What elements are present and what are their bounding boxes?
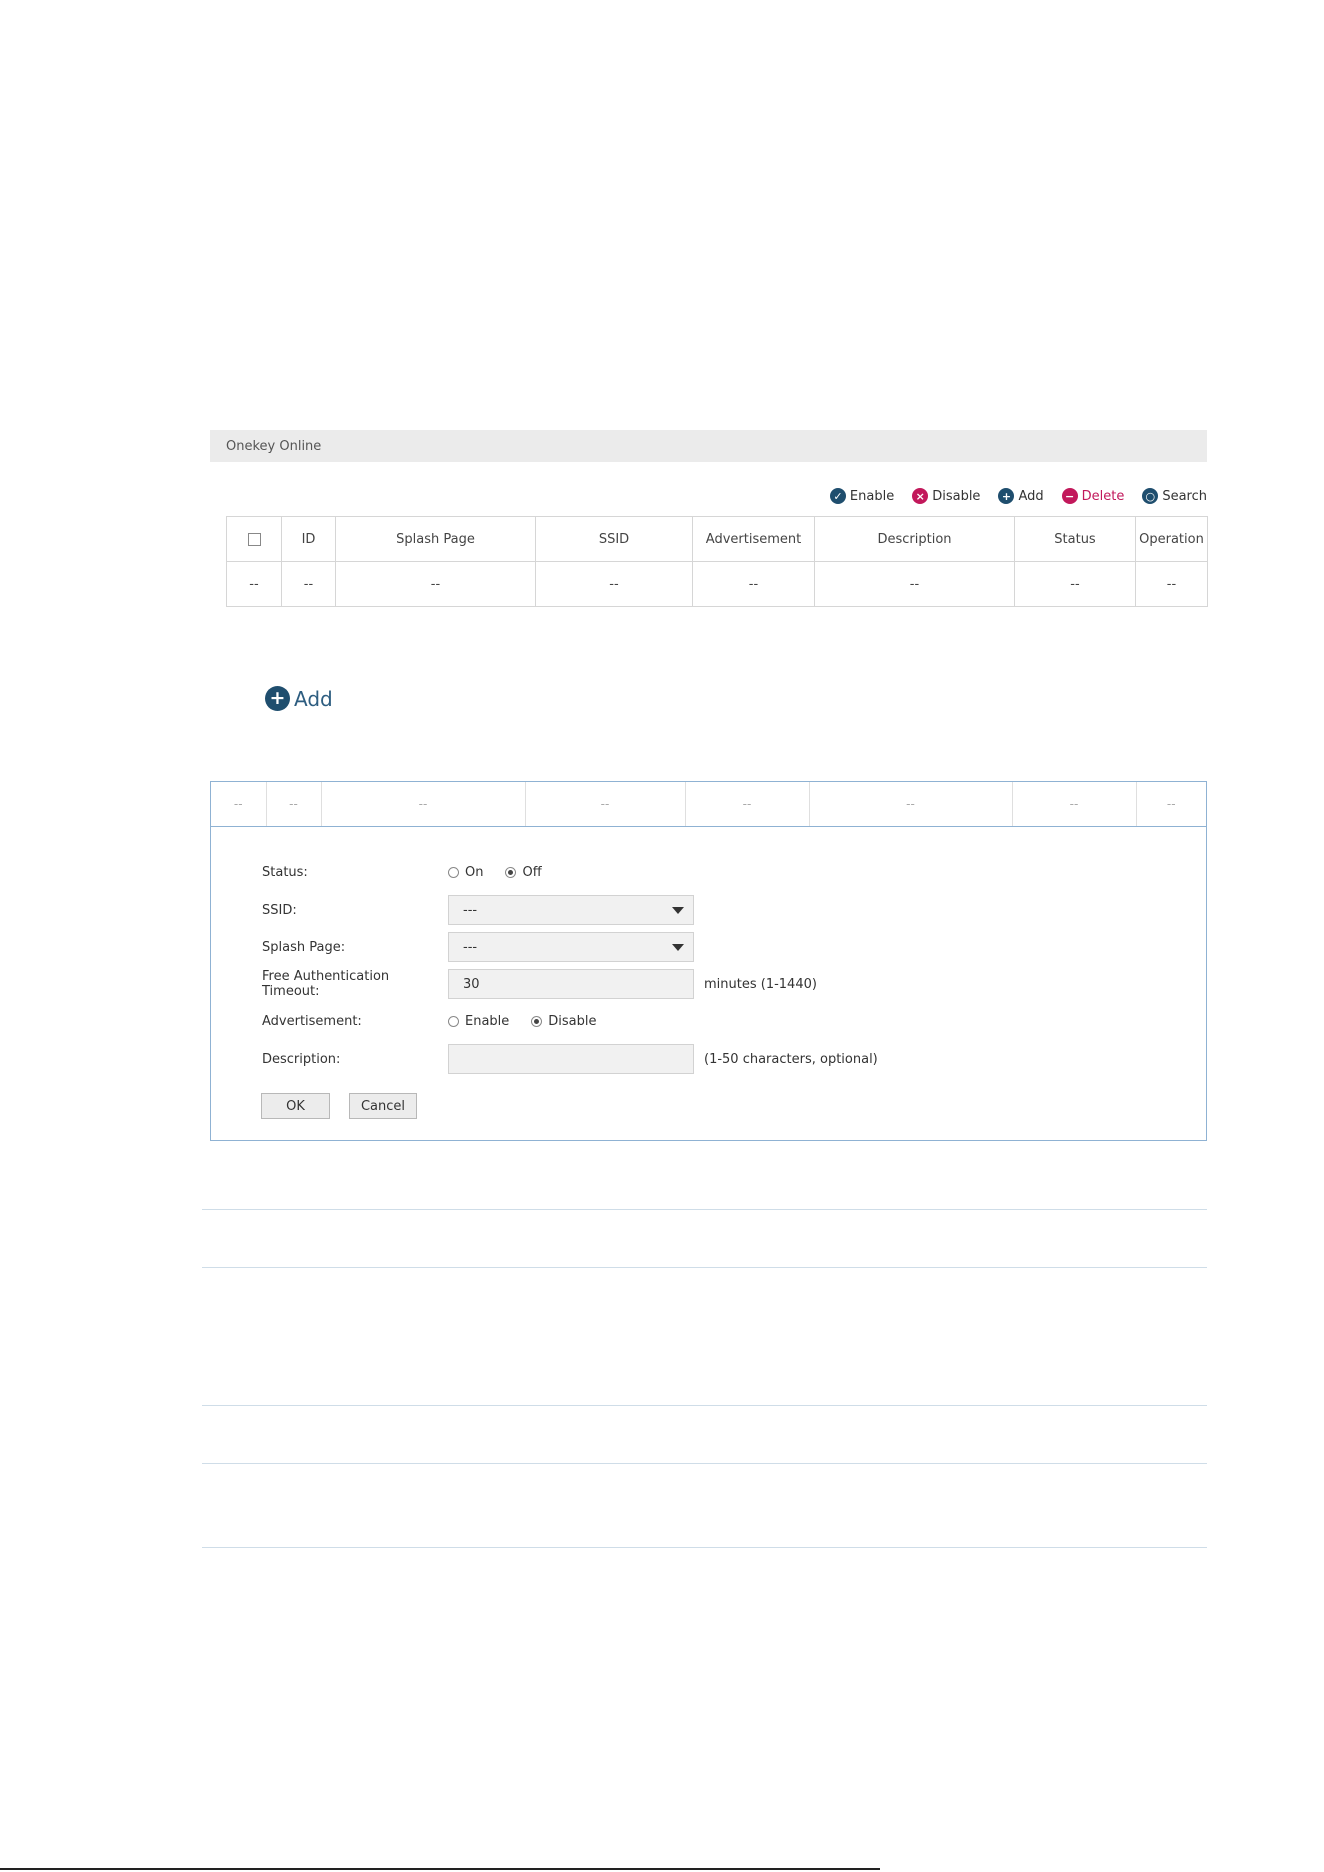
table-header-row: ID Splash Page SSID Advertisement Descri… — [226, 516, 1208, 562]
free-auth-timeout-label: Free Authentication Timeout: — [262, 969, 390, 999]
chevron-down-icon — [672, 944, 684, 951]
divider — [202, 1405, 1207, 1406]
x-circle-icon: × — [912, 488, 929, 504]
advertisement-disable-label: Disable — [548, 1014, 597, 1029]
description-input[interactable] — [448, 1044, 694, 1074]
plus-circle-icon: + — [998, 488, 1015, 504]
table-cell: -- — [211, 782, 267, 827]
divider — [202, 1547, 1207, 1548]
table-cell: -- — [535, 561, 693, 607]
column-header-splash-page: Splash Page — [335, 516, 536, 562]
search-button[interactable]: ○ Search — [1142, 488, 1207, 504]
ssid-row: SSID: --- — [262, 895, 694, 925]
status-on-radio[interactable] — [448, 867, 459, 878]
divider — [202, 1267, 1207, 1268]
status-row: Status: On Off — [262, 865, 564, 880]
table-cell: -- — [1011, 782, 1137, 827]
enable-label: Enable — [849, 488, 895, 504]
status-off-radio[interactable] — [505, 867, 517, 878]
delete-label: Delete — [1081, 488, 1125, 504]
add-entry-label: Add — [294, 686, 333, 711]
table-cell: -- — [692, 561, 815, 607]
ssid-value: --- — [463, 902, 478, 918]
column-header-advertisement: Advertisement — [692, 516, 815, 562]
panel-title: Onekey Online — [226, 439, 322, 454]
status-label: Status: — [262, 865, 308, 880]
column-header-description: Description — [814, 516, 1015, 562]
status-off-option[interactable]: Off — [505, 865, 542, 880]
table-cell: -- — [281, 561, 336, 607]
free-auth-timeout-value: 30 — [463, 976, 480, 992]
add-entry-button[interactable]: + Add — [265, 686, 333, 711]
free-auth-timeout-input[interactable]: 30 — [448, 969, 694, 999]
divider — [202, 1209, 1207, 1210]
table-cell: -- — [524, 782, 686, 827]
select-all-cell — [226, 516, 282, 562]
splash-page-value: --- — [463, 939, 478, 955]
search-label: Search — [1162, 488, 1207, 504]
disable-button[interactable]: × Disable — [912, 488, 980, 504]
ssid-label: SSID: — [262, 902, 297, 918]
advertisement-label: Advertisement: — [262, 1014, 362, 1029]
cancel-button[interactable]: Cancel — [349, 1093, 417, 1119]
table-cell: -- — [1135, 561, 1208, 607]
table-cell: -- — [808, 782, 1013, 827]
chevron-down-icon — [672, 907, 684, 914]
column-header-ssid: SSID — [535, 516, 693, 562]
splash-page-select[interactable]: --- — [448, 932, 694, 962]
disable-label: Disable — [932, 488, 981, 504]
free-auth-timeout-hint: minutes (1-1440) — [704, 976, 817, 992]
description-hint: (1-50 characters, optional) — [704, 1051, 878, 1067]
ssid-select[interactable]: --- — [448, 895, 694, 925]
advertisement-enable-option[interactable]: Enable — [448, 1014, 509, 1029]
status-on-label: On — [465, 865, 484, 880]
free-auth-timeout-row: Free Authentication Timeout: 30 minutes … — [262, 969, 817, 999]
advertisement-enable-radio[interactable] — [448, 1016, 459, 1027]
edit-row-table: -- -- -- -- -- -- -- -- — [211, 782, 1206, 827]
table-cell: -- — [1014, 561, 1136, 607]
status-off-label: Off — [522, 865, 542, 880]
delete-button[interactable]: − Delete — [1061, 488, 1125, 504]
column-header-operation: Operation — [1135, 516, 1208, 562]
panel-header: Onekey Online — [210, 430, 1207, 462]
status-on-option[interactable]: On — [448, 865, 483, 880]
advertisement-row: Advertisement: Enable Disable — [262, 1014, 619, 1029]
table-cell: -- — [320, 782, 526, 827]
advertisement-disable-option[interactable]: Disable — [531, 1014, 597, 1029]
divider — [202, 1463, 1207, 1464]
minus-circle-icon: − — [1061, 488, 1078, 504]
column-header-status: Status — [1014, 516, 1136, 562]
table-cell: -- — [684, 782, 810, 827]
description-row: Description: (1-50 characters, optional) — [262, 1044, 878, 1074]
description-label: Description: — [262, 1051, 341, 1067]
footer-rule — [0, 1868, 880, 1870]
table-cell: -- — [814, 561, 1015, 607]
column-header-id: ID — [281, 516, 336, 562]
table-cell: -- — [265, 782, 322, 827]
table-cell: -- — [335, 561, 536, 607]
enable-button[interactable]: ✓ Enable — [829, 488, 895, 504]
advertisement-enable-label: Enable — [465, 1014, 510, 1029]
select-all-checkbox[interactable] — [247, 532, 261, 546]
table-cell: -- — [226, 561, 282, 607]
table-row: -- -- -- -- -- -- -- -- — [211, 782, 1206, 827]
add-button[interactable]: + Add — [998, 488, 1044, 504]
plus-circle-icon: + — [265, 686, 290, 711]
advertisement-disable-radio[interactable] — [531, 1016, 543, 1027]
check-circle-icon: ✓ — [829, 488, 846, 504]
splash-page-row: Splash Page: --- — [262, 932, 694, 962]
table-row: -- -- -- -- -- -- -- -- — [226, 561, 1208, 607]
search-icon: ○ — [1142, 488, 1159, 504]
entries-table: ID Splash Page SSID Advertisement Descri… — [226, 516, 1208, 607]
edit-panel: -- -- -- -- -- -- -- -- Status: On Off S… — [210, 781, 1207, 1141]
add-label: Add — [1018, 488, 1044, 504]
toolbar: ✓ Enable × Disable + Add − Delete ○ Sear… — [829, 485, 1207, 507]
splash-page-label: Splash Page: — [262, 939, 346, 955]
ok-button[interactable]: OK — [261, 1093, 330, 1119]
table-cell: -- — [1135, 782, 1206, 827]
